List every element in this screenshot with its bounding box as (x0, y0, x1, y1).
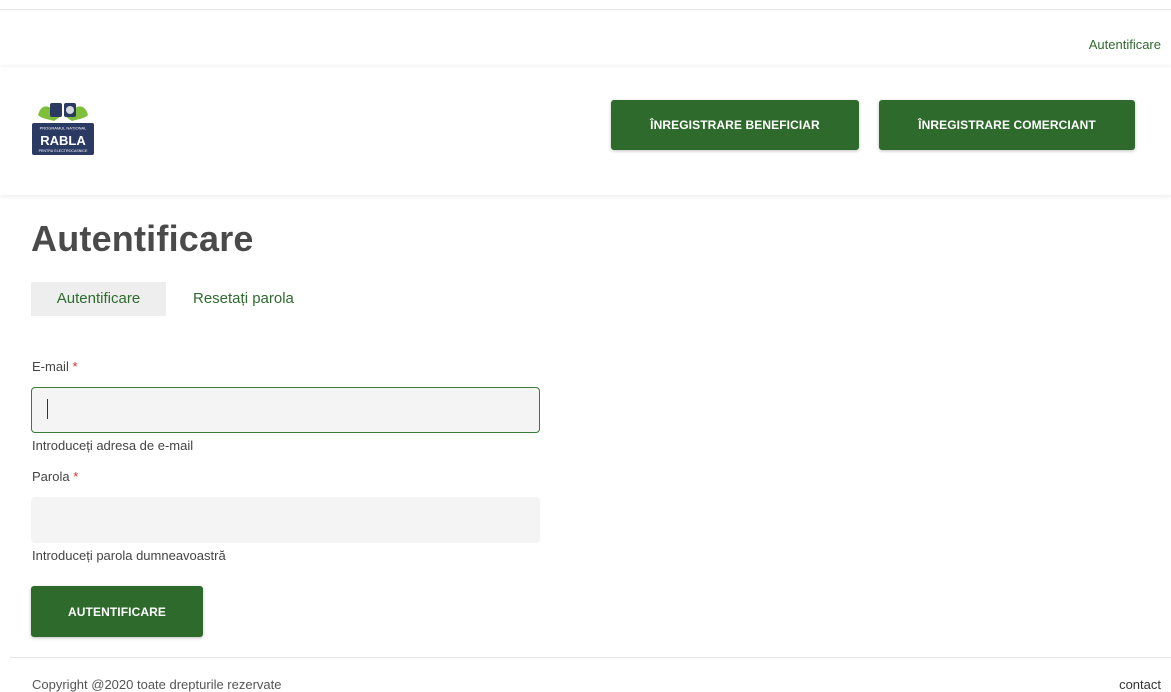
contact-link[interactable]: contact (1119, 677, 1161, 692)
top-divider (0, 9, 1171, 10)
password-help-text: Introduceți parola dumneavoastră (32, 548, 226, 563)
logo-top-text: PROGRAMUL NAȚIONAL (40, 126, 88, 131)
login-submit-button[interactable]: AUTENTIFICARE (31, 586, 203, 637)
register-merchant-button[interactable]: ÎNREGISTRARE COMERCIANT (879, 100, 1135, 150)
register-beneficiary-button[interactable]: ÎNREGISTRARE BENEFICIAR (611, 100, 859, 150)
page-title: Autentificare (31, 218, 254, 259)
email-label: E-mail * (32, 359, 78, 374)
top-login-link[interactable]: Autentificare (1089, 37, 1161, 52)
password-field[interactable] (31, 497, 540, 543)
copyright-text: Copyright @2020 toate drepturile rezerva… (32, 677, 282, 692)
text-cursor (47, 399, 48, 419)
email-label-text: E-mail (32, 359, 69, 374)
logo-main-text: RABLA (40, 133, 86, 148)
logo-bottom-text: PENTRU ELECTROCASNICE (39, 149, 88, 153)
site-header: PROGRAMUL NAȚIONAL RABLA PENTRU ELECTROC… (0, 67, 1171, 195)
password-label-text: Parola (32, 469, 70, 484)
email-required-marker: * (72, 359, 78, 374)
tab-reset-password[interactable]: Resetați parola (193, 282, 294, 316)
password-required-marker: * (73, 469, 79, 484)
footer-divider (10, 657, 1171, 658)
rabla-logo[interactable]: PROGRAMUL NAȚIONAL RABLA PENTRU ELECTROC… (30, 93, 96, 159)
password-label: Parola * (32, 469, 78, 484)
email-help-text: Introduceți adresa de e-mail (32, 438, 194, 453)
tab-login[interactable]: Autentificare (31, 282, 166, 316)
email-field[interactable] (31, 387, 540, 433)
